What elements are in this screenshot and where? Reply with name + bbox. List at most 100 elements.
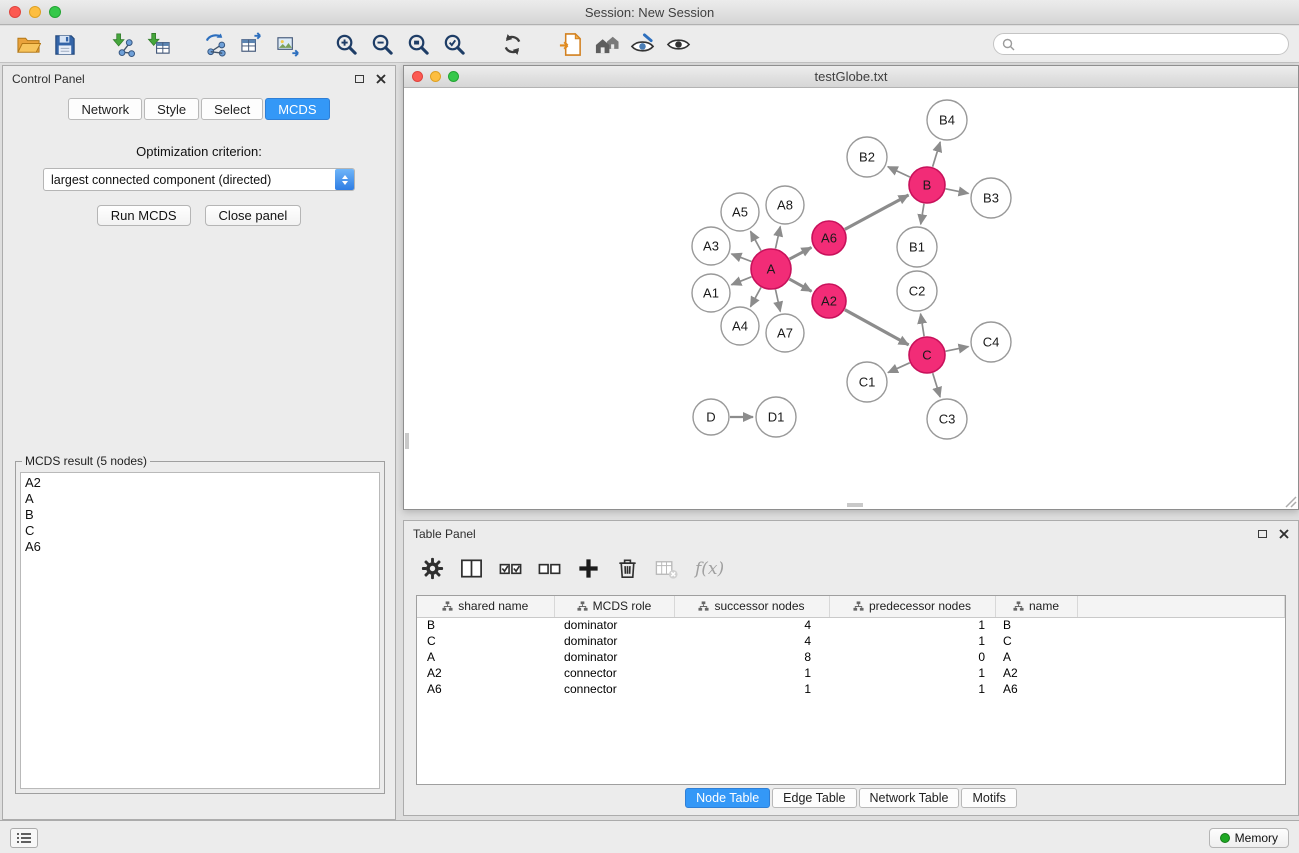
run-mcds-button[interactable]: Run MCDS [97,205,191,226]
bird-eye-view-button[interactable] [660,29,696,59]
close-table-panel-icon[interactable] [1279,529,1289,539]
add-column-button[interactable] [574,555,602,582]
network-node-A1[interactable]: A1 [692,274,730,312]
cell-name[interactable]: A6 [995,681,1077,697]
cell-predecessor-nodes[interactable]: 1 [829,617,995,633]
tab-mcds[interactable]: MCDS [265,98,329,120]
table-row[interactable]: A2connector11A2 [417,665,1285,681]
network-edge-C-C1[interactable] [888,363,910,373]
network-edge-A-A7[interactable] [776,290,781,312]
network-edge-A-A6[interactable] [790,247,812,259]
zoom-fit-button[interactable] [400,29,436,59]
network-node-A8[interactable]: A8 [766,186,804,224]
network-edge-A-A2[interactable] [789,279,811,291]
network-edge-B-B1[interactable] [921,204,924,225]
network-node-A2[interactable]: A2 [812,284,846,318]
network-node-C3[interactable]: C3 [927,399,967,439]
cell-predecessor-nodes[interactable]: 1 [829,665,995,681]
network-edge-C-C4[interactable] [946,347,969,352]
close-panel-button[interactable]: Close panel [205,205,302,226]
network-edge-C-C2[interactable] [921,314,925,337]
export-table-button[interactable] [234,29,270,59]
table-settings-button[interactable] [418,555,446,582]
open-folder-button[interactable] [10,29,46,59]
function-builder-button[interactable]: f(x) [691,555,728,582]
column-header-shared-name[interactable]: shared name [417,596,554,617]
tab-network[interactable]: Network [68,98,142,120]
split-handle-horizontal[interactable] [847,503,863,507]
resize-grip-icon[interactable] [1283,494,1297,508]
mcds-result-item[interactable]: C [25,523,375,539]
tab-node-table[interactable]: Node Table [685,788,770,808]
network-edge-A6-B[interactable] [845,195,909,229]
column-header-mcds-role[interactable]: MCDS role [554,596,674,617]
network-node-A7[interactable]: A7 [766,314,804,352]
network-edge-B-B4[interactable] [933,142,941,167]
cell-name[interactable]: A [995,649,1077,665]
network-node-B2[interactable]: B2 [847,137,887,177]
graphics-details-button[interactable] [624,29,660,59]
mcds-result-item[interactable]: A6 [25,539,375,555]
network-edge-A2-C[interactable] [845,310,909,345]
network-node-B[interactable]: B [909,167,945,203]
cell-mcds-role[interactable]: dominator [554,649,674,665]
network-node-A3[interactable]: A3 [692,227,730,265]
network-edge-A-A3[interactable] [732,254,752,262]
cell-predecessor-nodes[interactable]: 0 [829,649,995,665]
cell-mcds-role[interactable]: connector [554,681,674,697]
zoom-out-button[interactable] [364,29,400,59]
cell-name[interactable]: B [995,617,1077,633]
network-edge-A-A8[interactable] [776,227,781,249]
float-panel-icon[interactable] [355,75,364,83]
column-visibility-button[interactable] [457,555,485,582]
network-node-C2[interactable]: C2 [897,271,937,311]
cell-successor-nodes[interactable]: 4 [674,633,829,649]
first-neighbors-button[interactable] [588,29,624,59]
cell-name[interactable]: C [995,633,1077,649]
tab-network-table[interactable]: Network Table [859,788,960,808]
network-edge-C-C3[interactable] [933,373,940,397]
refresh-view-button[interactable] [494,29,530,59]
new-session-document-button[interactable] [552,29,588,59]
table-row[interactable]: Adominator80A [417,649,1285,665]
network-zoom-button[interactable] [448,71,459,82]
close-button[interactable] [9,6,21,18]
column-header-name[interactable]: name [995,596,1077,617]
zoom-selected-button[interactable] [436,29,472,59]
select-all-button[interactable] [496,555,524,582]
close-panel-icon[interactable] [376,74,386,84]
cell-name[interactable]: A2 [995,665,1077,681]
network-edge-A-A4[interactable] [751,287,762,306]
import-network-button[interactable] [104,29,140,59]
network-node-A4[interactable]: A4 [721,307,759,345]
column-header-predecessor-nodes[interactable]: predecessor nodes [829,596,995,617]
tab-edge-table[interactable]: Edge Table [772,788,856,808]
export-image-button[interactable] [270,29,306,59]
import-table-button[interactable] [140,29,176,59]
network-node-C1[interactable]: C1 [847,362,887,402]
table-row[interactable]: A6connector11A6 [417,681,1285,697]
network-edge-B-B3[interactable] [946,189,969,194]
network-edge-A-A5[interactable] [751,231,762,250]
mcds-result-item[interactable]: A2 [25,475,375,491]
network-node-C[interactable]: C [909,337,945,373]
search-input[interactable] [1020,36,1280,52]
task-history-button[interactable] [10,828,38,848]
mcds-result-item[interactable]: B [25,507,375,523]
cell-successor-nodes[interactable]: 4 [674,617,829,633]
tab-select[interactable]: Select [201,98,263,120]
network-close-button[interactable] [412,71,423,82]
search-field[interactable] [993,33,1289,55]
network-node-B1[interactable]: B1 [897,227,937,267]
network-node-A5[interactable]: A5 [721,193,759,231]
tab-style[interactable]: Style [144,98,199,120]
column-header-successor-nodes[interactable]: successor nodes [674,596,829,617]
cell-shared-name[interactable]: A [417,649,554,665]
network-minimize-button[interactable] [430,71,441,82]
network-edge-A-A1[interactable] [731,277,751,285]
network-node-B4[interactable]: B4 [927,100,967,140]
mcds-result-item[interactable]: A [25,491,375,507]
tab-motifs[interactable]: Motifs [961,788,1016,808]
cell-mcds-role[interactable]: dominator [554,633,674,649]
table-row[interactable]: Bdominator41B [417,617,1285,633]
